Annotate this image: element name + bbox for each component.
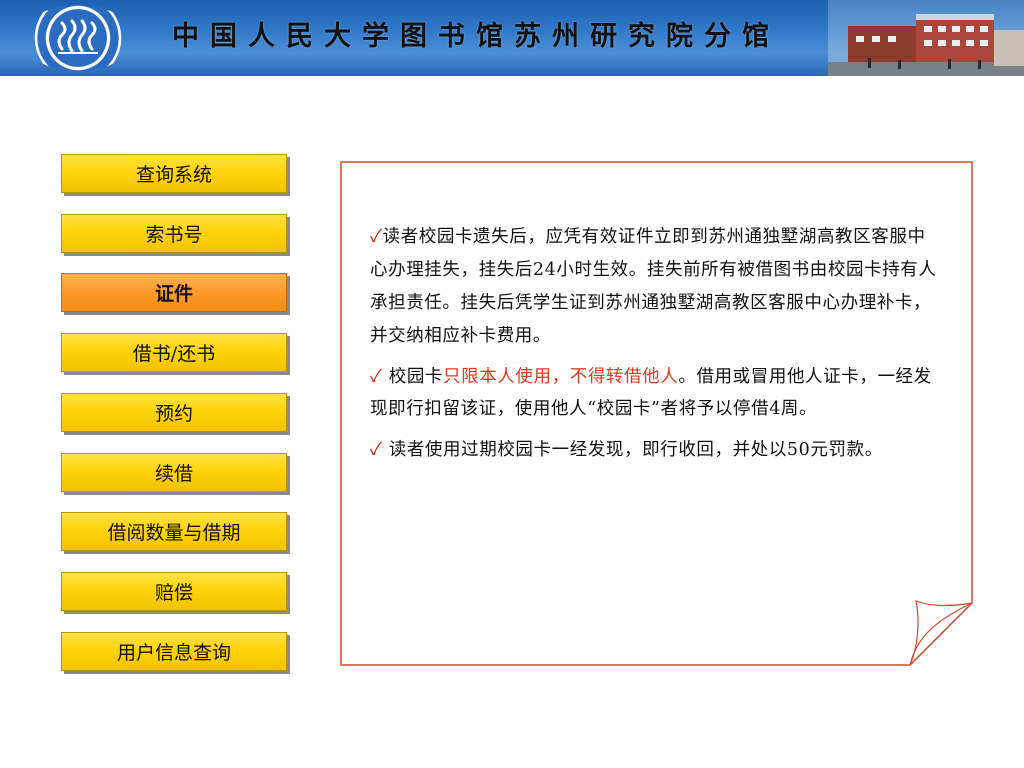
- menu-item-user-info[interactable]: 用户信息查询: [61, 632, 287, 671]
- menu-item-borrow-return[interactable]: 借书/还书: [61, 333, 287, 372]
- campus-building-image: [828, 0, 1024, 76]
- menu-item-call-number[interactable]: 索书号: [61, 214, 287, 253]
- menu-item-id-card[interactable]: 证件: [61, 273, 287, 312]
- checkmark-icon: ✓: [370, 227, 383, 247]
- highlighted-rule: 只限本人使用，不得转借他人: [443, 366, 679, 387]
- checkmark-icon: ✓: [370, 440, 383, 461]
- menu-item-renewal[interactable]: 续借: [61, 453, 287, 492]
- paragraph-text: 校园卡: [382, 366, 444, 387]
- menu-item-compensation[interactable]: 赔偿: [61, 572, 287, 611]
- content-text: ✓读者校园卡遗失后，应凭有效证件立即到苏州通独墅湖高教区客服中心办理挂失，挂失后…: [370, 221, 942, 475]
- content-panel: ✓读者校园卡遗失后，应凭有效证件立即到苏州通独墅湖高教区客服中心办理挂失，挂失后…: [340, 161, 974, 666]
- paragraph-text: 读者使用过期校园卡一经发现，即行收回，并处以50元罚款。: [382, 440, 883, 461]
- banner-title: 中国人民大学图书馆苏州研究院分馆: [172, 21, 780, 52]
- menu-item-search-system[interactable]: 查询系统: [61, 154, 287, 193]
- header-banner: 中国人民大学图书馆苏州研究院分馆: [0, 0, 1024, 76]
- checkmark-icon: ✓: [370, 366, 383, 387]
- paragraph-text: 读者校园卡遗失后，应凭有效证件立即到苏州通独墅湖高教区客服中心办理挂失，挂失后2…: [370, 227, 937, 346]
- paragraph-card-loss: ✓读者校园卡遗失后，应凭有效证件立即到苏州通独墅湖高教区客服中心办理挂失，挂失后…: [370, 221, 942, 353]
- paragraph-card-usage: ✓ 校园卡只限本人使用，不得转借他人。借用或冒用他人证卡，一经发现即行扣留该证，…: [370, 361, 942, 427]
- university-logo-icon: [22, 5, 134, 71]
- menu-item-borrow-limits[interactable]: 借阅数量与借期: [61, 512, 287, 551]
- paragraph-expired-card: ✓ 读者使用过期校园卡一经发现，即行收回，并处以50元罚款。: [370, 434, 942, 467]
- menu-item-reservation[interactable]: 预约: [61, 393, 287, 432]
